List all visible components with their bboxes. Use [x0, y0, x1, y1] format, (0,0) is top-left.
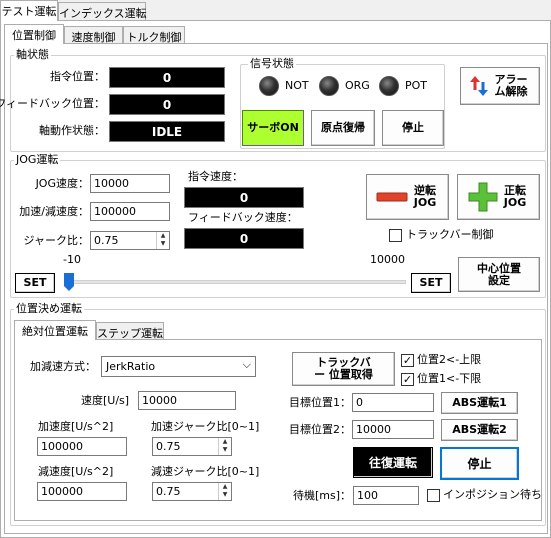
pot-indicator-icon [379, 76, 399, 96]
positioning-title: 位置決め運転 [14, 302, 84, 315]
jog-speed-label: JOG速度： [35, 177, 89, 190]
jog-jerk-label: ジャーク比： [23, 234, 89, 247]
accel-jerk-value: 0.75 [156, 440, 181, 453]
fb-speed-label: フィードバック速度： [188, 211, 298, 224]
slider-max-label: 10000 [370, 253, 405, 266]
set-right-button[interactable]: SET [411, 273, 451, 293]
center-set-button[interactable]: 中心位置 設定 [458, 257, 540, 292]
target1-input[interactable]: 0 [352, 393, 434, 412]
home-return-button[interactable]: 原点復帰 [311, 110, 375, 146]
command-position-label: 指令位置： [50, 70, 105, 83]
pos2-upper-checkbox[interactable]: ✓ [401, 354, 414, 367]
jog-title: JOG運転 [14, 153, 61, 166]
set-left-button[interactable]: SET [15, 273, 55, 293]
chevron-down-icon[interactable]: ⌵ [243, 358, 251, 372]
accel-jerk-spin-arrows[interactable]: ▲ ▼ [218, 438, 231, 455]
pos-speed-input[interactable]: 10000 [138, 391, 236, 410]
not-indicator-icon [259, 76, 279, 96]
tab-test-run[interactable]: テスト運転 [0, 0, 58, 21]
forward-jog-button[interactable]: 正転 JOG [457, 174, 540, 220]
tab-speed-control[interactable]: 速度制御 [64, 26, 123, 44]
pos-accel-label: 加速度[U/s^2] [38, 420, 114, 433]
fb-speed-display: 0 [184, 228, 304, 249]
abs-run-1-button[interactable]: ABS運転1 [441, 392, 518, 414]
jog-accel-label: 加速/減速度： [19, 205, 89, 218]
pos-accel-input[interactable]: 100000 [37, 437, 127, 456]
org-indicator-icon [319, 76, 339, 96]
reverse-jog-label: 逆転 JOG [413, 184, 437, 209]
in-position-wait-label: インポジション待ち [443, 488, 542, 501]
jog-speed-input[interactable]: 10000 [90, 174, 170, 193]
tab-step-run[interactable]: ステップ運転 [96, 322, 164, 340]
trackbar-control-checkbox[interactable] [389, 229, 402, 242]
alarm-reset-label: アラーム解除 [494, 73, 528, 98]
accel-mode-select[interactable]: JerkRatio ⌵ [101, 356, 256, 377]
minus-icon [376, 192, 408, 202]
stop-button[interactable]: 停止 [382, 110, 444, 146]
abs-run-2-button[interactable]: ABS運転2 [441, 419, 518, 441]
feedback-position-label: フィードバック位置： [0, 97, 105, 110]
accel-mode-label: 加減速方式： [30, 360, 96, 373]
slider-min-label: -10 [63, 253, 81, 266]
reverse-jog-button[interactable]: 逆転 JOG [366, 174, 449, 220]
servo-on-button[interactable]: サーボON [242, 110, 304, 146]
axis-status-display: IDLE [109, 121, 225, 142]
accel-jerk-stepper[interactable]: 0.75 ▲ ▼ [152, 437, 232, 456]
jog-slider-track[interactable] [64, 280, 406, 284]
target2-input[interactable]: 10000 [352, 420, 434, 439]
reciprocate-button[interactable]: 往復運転 [353, 447, 433, 478]
pos-decel-input[interactable]: 100000 [37, 482, 127, 501]
pos1-lower-label: 位置1<-下限 [417, 372, 482, 385]
trackbar-control-label: トラックバー制御 [406, 228, 494, 241]
tab-absolute-positioning[interactable]: 絶対位置運転 [14, 320, 96, 340]
pos-stop-button[interactable]: 停止 [440, 447, 519, 480]
jog-slider-thumb[interactable] [64, 273, 74, 291]
tab-index-run[interactable]: インデックス運転 [58, 2, 147, 21]
target2-label: 目標位置2： [289, 423, 351, 436]
in-position-wait-checkbox[interactable] [427, 489, 440, 502]
command-position-display: 0 [109, 67, 225, 88]
plus-icon [468, 182, 498, 212]
decel-jerk-value: 0.75 [156, 485, 181, 498]
decel-jerk-label: 減速ジャーク比[0~1] [151, 465, 260, 478]
pos-decel-label: 減速度[U/s^2] [38, 465, 114, 478]
signal-state-title: 信号状態 [248, 57, 296, 70]
jog-jerk-stepper[interactable]: 0.75 ▲ ▼ [90, 231, 170, 250]
jog-jerk-value: 0.75 [94, 234, 119, 247]
pos2-upper-label: 位置2<-上限 [417, 353, 482, 366]
reset-arrows-icon [470, 76, 488, 96]
wait-ms-label: 待機[ms]： [292, 489, 351, 502]
tab-torque-control[interactable]: トルク制御 [123, 26, 185, 44]
accel-mode-value: JerkRatio [106, 360, 156, 373]
accel-jerk-label: 加速ジャーク比[0~1] [151, 420, 260, 433]
tab-position-control[interactable]: 位置制御 [4, 24, 64, 44]
decel-jerk-spin-arrows[interactable]: ▲ ▼ [218, 483, 231, 500]
decel-jerk-stepper[interactable]: 0.75 ▲ ▼ [152, 482, 232, 501]
pot-label: POT [405, 79, 428, 92]
pos-speed-label: 速度[U/s] [81, 394, 130, 407]
feedback-position-display: 0 [109, 94, 225, 115]
axis-status-label: 軸動作状態： [39, 124, 105, 137]
forward-jog-label: 正転 JOG [503, 184, 527, 209]
org-label: ORG [345, 79, 370, 92]
alarm-reset-button[interactable]: アラーム解除 [460, 67, 540, 105]
pos1-lower-checkbox[interactable]: ✓ [401, 373, 414, 386]
jog-accel-input[interactable]: 100000 [90, 202, 170, 221]
cmd-speed-display: 0 [184, 187, 304, 208]
cmd-speed-label: 指令速度： [188, 170, 243, 183]
target1-label: 目標位置1： [289, 396, 351, 409]
not-label: NOT [285, 79, 309, 92]
axis-state-title: 軸状態 [14, 48, 51, 61]
jog-jerk-spin-arrows[interactable]: ▲ ▼ [156, 232, 169, 249]
trackbar-get-position-button[interactable]: トラックバー 位置取得 [292, 352, 395, 386]
wait-ms-input[interactable]: 100 [353, 486, 419, 505]
